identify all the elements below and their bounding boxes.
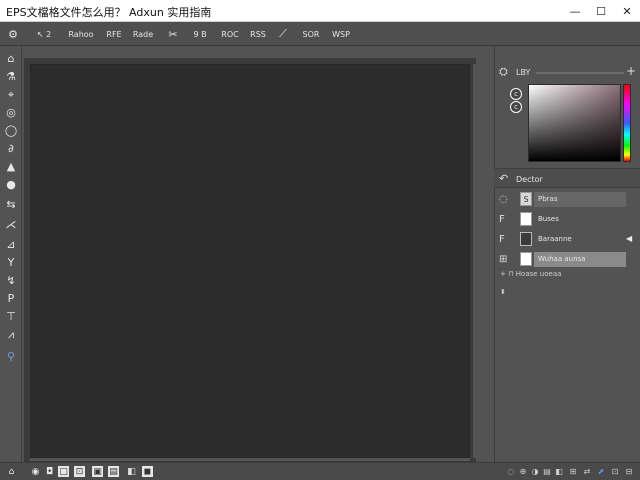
tools-panel: ⌂ ⚗ ⌖ ◎ ◯ ∂ ▲ ● ⇆ ⋌ ⊿ Y ↯ P ⊤ ⩘ ⚲ bbox=[0, 46, 22, 462]
status-collapse-icon[interactable]: ⊟ bbox=[624, 466, 634, 477]
color-picker-field[interactable] bbox=[528, 84, 621, 162]
line-tool-icon[interactable]: ⟋ bbox=[276, 26, 290, 42]
p-tool-icon[interactable]: P bbox=[2, 290, 20, 306]
hue-slider[interactable] bbox=[623, 84, 631, 162]
layer-visibility-icon[interactable]: ◌ bbox=[499, 194, 508, 205]
minimize-button[interactable]: — bbox=[562, 0, 588, 22]
status-fit-icon[interactable]: ⊡ bbox=[610, 466, 620, 477]
maximize-button[interactable]: ☐ bbox=[588, 0, 614, 22]
layer-visibility-icon[interactable]: ⊞ bbox=[499, 254, 507, 265]
triangle-icon[interactable]: ▲ bbox=[2, 158, 20, 174]
swap-icon[interactable]: ⇆ bbox=[2, 196, 20, 212]
undo-icon[interactable]: ↶ bbox=[499, 172, 508, 185]
status-layer-icon[interactable]: ▣ bbox=[92, 466, 103, 477]
home-tool-icon[interactable]: ⌂ bbox=[2, 50, 20, 66]
status-list-icon[interactable]: ▤ bbox=[108, 466, 119, 477]
layer-row[interactable]: F Baraanne ◀ bbox=[494, 230, 640, 250]
window-title: EPS文檔格文件怎么用？ Adxun 实用指南 bbox=[6, 6, 212, 19]
color-panel-header: ⛭ LBY bbox=[494, 62, 640, 82]
layer-thumbnail bbox=[520, 232, 532, 246]
vertical-scrollbar[interactable] bbox=[473, 64, 476, 458]
layer-thumbnail bbox=[520, 252, 532, 266]
status-table-icon[interactable]: ⊞ bbox=[568, 466, 578, 477]
status-zoom-icon[interactable]: ⊕ bbox=[518, 466, 528, 477]
layer-name: Pbras bbox=[538, 195, 558, 203]
status-contrast-icon[interactable]: ◑ bbox=[530, 466, 540, 477]
home-icon[interactable]: ⚙ bbox=[6, 26, 20, 42]
move-tool-option[interactable]: ↖ 2 bbox=[32, 26, 56, 42]
path-icon[interactable]: ⋌ bbox=[2, 216, 20, 232]
layer-name: Wuhaa aunsa bbox=[538, 255, 586, 263]
color-panel-label[interactable]: LBY bbox=[516, 68, 530, 77]
ellipse-icon[interactable]: ◯ bbox=[2, 122, 20, 138]
color-panel-tab-line bbox=[536, 72, 624, 74]
status-crop-icon[interactable]: ⊡ bbox=[74, 466, 85, 477]
layer-visibility-icon[interactable]: F bbox=[499, 214, 505, 225]
layers-panel-header: ↶ Dector bbox=[494, 168, 640, 188]
hand-tool-icon[interactable]: ⚲ bbox=[2, 348, 20, 364]
background-color-swatch[interactable]: c bbox=[510, 101, 522, 113]
layers-footer-icon[interactable]: ⬍ bbox=[500, 288, 506, 296]
option-rss[interactable]: RSS bbox=[248, 26, 268, 42]
add-icon[interactable]: + bbox=[626, 64, 636, 78]
status-half-icon[interactable]: ◧ bbox=[126, 466, 137, 477]
layers-footer-text[interactable]: + ⊓ Hoase uoeaa bbox=[500, 270, 561, 278]
dot-icon[interactable]: ● bbox=[2, 176, 20, 192]
status-block-icon[interactable]: ◼ bbox=[142, 466, 153, 477]
y-tool-icon[interactable]: Y bbox=[2, 254, 20, 270]
close-button[interactable]: ✕ bbox=[614, 0, 640, 22]
status-record-icon[interactable]: ◉ bbox=[30, 466, 41, 477]
status-square-icon[interactable]: □ bbox=[58, 466, 69, 477]
layer-row[interactable]: ◌ S Pbras bbox=[494, 190, 640, 210]
layers-panel-label[interactable]: Dector bbox=[516, 175, 543, 184]
option-wsp[interactable]: WSP bbox=[330, 26, 352, 42]
bolt-icon[interactable]: ↯ bbox=[2, 272, 20, 288]
target-icon[interactable]: ⌖ bbox=[2, 86, 20, 102]
option-9b[interactable]: 9 B bbox=[190, 26, 210, 42]
foreground-color-swatch[interactable]: c bbox=[510, 88, 522, 100]
status-bar: ⌂ ◉ ◘ □ ⊡ ▣ ▤ ◧ ◼ ◌ ⊕ ◑ ▤ ◧ ⊞ ⇄ ⬈ ⊡ ⊟ bbox=[0, 462, 640, 480]
layer-thumbnail bbox=[520, 212, 532, 226]
status-home-icon[interactable]: ⌂ bbox=[6, 466, 17, 477]
text-tool-icon[interactable]: ⊤ bbox=[2, 308, 20, 324]
option-rade[interactable]: Rade bbox=[130, 26, 156, 42]
option-rahoo[interactable]: Rahoo bbox=[66, 26, 96, 42]
status-grid-icon[interactable]: ▤ bbox=[542, 466, 552, 477]
status-swap-icon[interactable]: ⇄ bbox=[582, 466, 592, 477]
layer-row[interactable]: F Buses bbox=[494, 210, 640, 230]
layer-row-selected[interactable]: ⊞ Wuhaa aunsa bbox=[494, 250, 640, 270]
options-bar: ⚙ ↖ 2 Rahoo RFE Rade ✂ 9 B ROC RSS ⟋ SOR… bbox=[0, 22, 640, 46]
brush-icon[interactable]: ∂ bbox=[2, 140, 20, 156]
title-bar: EPS文檔格文件怎么用？ Adxun 实用指南 — ☐ ✕ bbox=[0, 0, 640, 22]
option-roc[interactable]: ROC bbox=[220, 26, 240, 42]
app-window: EPS文檔格文件怎么用？ Adxun 实用指南 — ☐ ✕ ⚙ ↖ 2 Raho… bbox=[0, 0, 640, 480]
scissors-icon[interactable]: ✂ bbox=[166, 26, 180, 42]
ruler-icon[interactable]: ⩘ bbox=[2, 326, 20, 342]
lasso-icon[interactable]: ◎ bbox=[2, 104, 20, 120]
horizontal-scrollbar[interactable] bbox=[30, 458, 470, 461]
status-circle-icon[interactable]: ◌ bbox=[506, 466, 516, 477]
flask-icon[interactable]: ⚗ bbox=[2, 68, 20, 84]
status-expand-icon[interactable]: ⬈ bbox=[596, 466, 606, 477]
status-frame-icon[interactable]: ◘ bbox=[44, 466, 55, 477]
layer-name: Buses bbox=[538, 215, 559, 223]
layer-name: Baraanne bbox=[538, 235, 572, 243]
layer-thumbnail: S bbox=[520, 192, 532, 206]
layer-visibility-icon[interactable]: F bbox=[499, 234, 505, 245]
option-rfe[interactable]: RFE bbox=[104, 26, 124, 42]
document-canvas[interactable] bbox=[30, 64, 470, 458]
collapse-arrow-icon[interactable]: ◀ bbox=[626, 234, 632, 243]
option-sor[interactable]: SOR bbox=[300, 26, 322, 42]
color-panel-icon[interactable]: ⛭ bbox=[499, 65, 508, 79]
status-split-icon[interactable]: ◧ bbox=[554, 466, 564, 477]
pen-icon[interactable]: ⊿ bbox=[2, 236, 20, 252]
